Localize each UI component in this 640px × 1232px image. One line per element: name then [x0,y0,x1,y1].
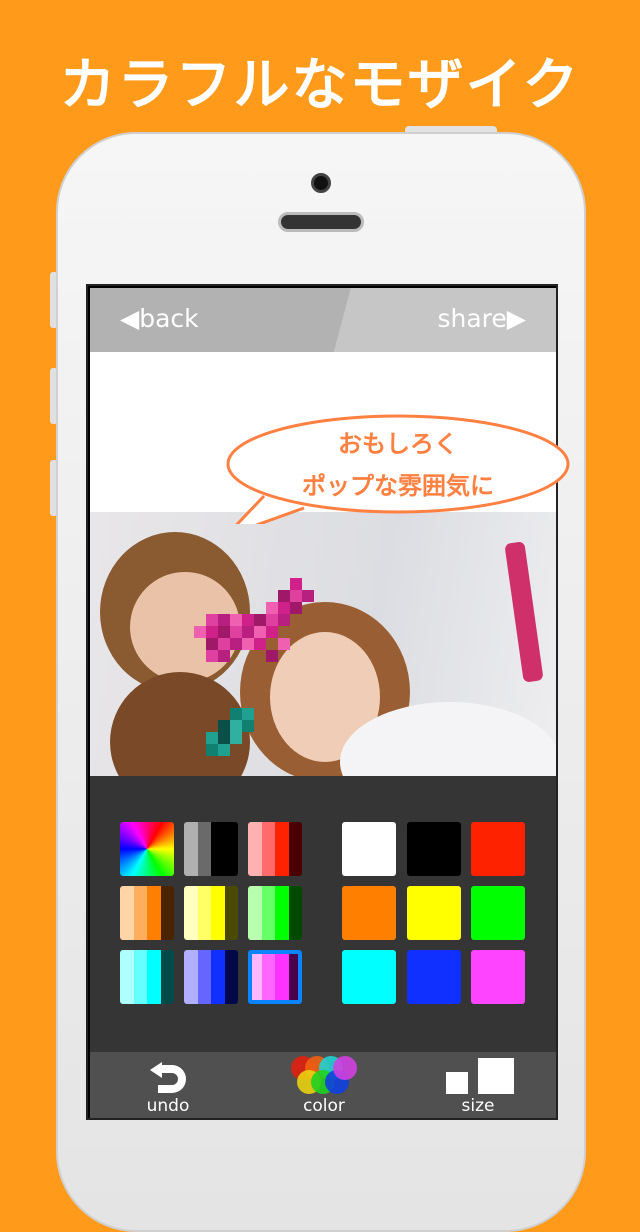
swatch-gradient-magenta[interactable] [248,950,302,1004]
mosaic-pixel [254,638,266,650]
mosaic-pixel [266,650,278,662]
swatch-solid[interactable] [407,822,461,876]
swatch-solid[interactable] [342,886,396,940]
mosaic-pixel [218,650,230,662]
mosaic-pixel [278,638,290,650]
size-label: size [461,1096,495,1116]
swatch-solid[interactable] [342,950,396,1004]
swatch-solid[interactable] [407,886,461,940]
toolbar: undo color size [90,1052,556,1118]
mosaic-pixel [218,720,230,732]
swatch-solid[interactable] [471,886,525,940]
mosaic-pixel [290,590,302,602]
mosaic-pixel [194,626,206,638]
speaker [278,212,364,232]
mosaic-pixel [218,614,230,626]
color-palette [90,776,556,1052]
mosaic-pixel [266,626,278,638]
color-label: color [303,1096,345,1116]
mosaic-pixel [206,650,218,662]
mosaic-pixel [242,708,254,720]
mosaic-pixel [242,626,254,638]
mosaic-pixel [206,614,218,626]
nav-bar: ◀back share▶ [90,288,556,352]
photo[interactable] [90,512,556,776]
mosaic-pixel [290,578,302,590]
swatch-gradient-yellow[interactable] [184,886,238,940]
swatch-gradient-gray[interactable] [184,822,238,876]
swatch-solid[interactable] [471,950,525,1004]
mosaic-pixel [302,590,314,602]
mosaic-pixel [230,614,242,626]
mosaic-pixel [230,708,242,720]
mosaic-pixel [230,732,242,744]
mosaic-pixel [206,626,218,638]
mosaic-pixel [242,720,254,732]
back-button[interactable]: ◀back [120,304,199,333]
mosaic-pixel [278,590,290,602]
mosaic-pixel [278,614,290,626]
swatch-gradient-rainbow[interactable] [120,822,174,876]
size-icon [446,1058,514,1094]
mosaic-pixel [254,614,266,626]
headline: カラフルなモザイク [59,53,581,118]
swatch-gradient-red[interactable] [248,822,302,876]
mosaic-pixel [206,732,218,744]
mosaic-pixel [242,638,254,650]
swatch-gradient-blue[interactable] [184,950,238,1004]
swatch-gradient-cyan[interactable] [120,950,174,1004]
mosaic-pixel [218,626,230,638]
mosaic-pixel [218,744,230,756]
mosaic-pixel [206,744,218,756]
mosaic-pixel [218,638,230,650]
mosaic-pixel [230,720,242,732]
swatch-solid[interactable] [342,822,396,876]
mosaic-pixel [278,602,290,614]
mosaic-pixel [206,638,218,650]
speech-bubble: おもしろく ポップな雰囲気に [226,414,570,524]
undo-button[interactable]: undo [118,1056,218,1118]
app-screen: ◀back share▶ undo color size [86,284,558,1120]
bubble-line-1: おもしろく [338,430,458,458]
swatch-gradient-orange[interactable] [120,886,174,940]
mosaic-pixel [290,602,302,614]
swatch-gradient-green[interactable] [248,886,302,940]
color-circles-icon [291,1056,357,1094]
mosaic-pixel [230,626,242,638]
mosaic-pixel [230,638,242,650]
undo-icon [150,1062,186,1093]
swatch-solid[interactable] [407,950,461,1004]
share-button[interactable]: share▶ [437,304,526,333]
color-button[interactable]: color [274,1056,374,1118]
size-button[interactable]: size [428,1056,528,1118]
bubble-line-2: ポップな雰囲気に [302,472,494,500]
mosaic-pixel [242,614,254,626]
mosaic-pixel [254,626,266,638]
mosaic-pixel [218,732,230,744]
swatch-solid[interactable] [471,822,525,876]
undo-label: undo [146,1096,190,1116]
mosaic-pixel [266,614,278,626]
camera [311,173,331,193]
mosaic-pixel [266,602,278,614]
